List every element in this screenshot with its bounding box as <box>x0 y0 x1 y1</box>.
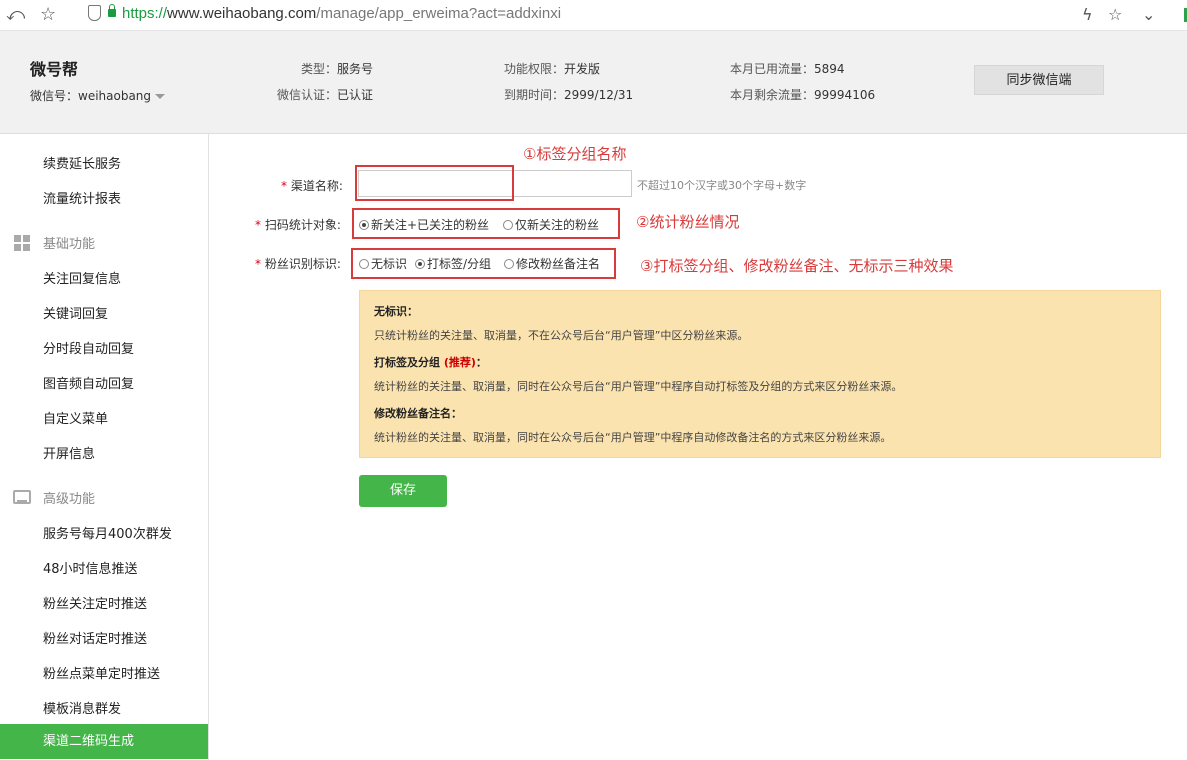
sidebar-item-48h-push[interactable]: 48小时信息推送 <box>43 558 138 577</box>
grid-icon <box>14 235 30 251</box>
save-button[interactable]: 保存 <box>359 475 447 507</box>
sidebar-item-follow-reply[interactable]: 关注回复信息 <box>43 268 121 287</box>
tip-heading-none: 无标识： <box>374 305 418 318</box>
expire-date: 到期时间：2999/12/31 <box>504 88 634 102</box>
account-type: 类型：服务号 <box>301 62 374 76</box>
remaining-traffic: 本月剩余流量：99994106 <box>730 88 876 102</box>
inbox-icon <box>13 490 31 504</box>
star-icon[interactable]: ☆ <box>40 4 56 25</box>
fan-mark-label: * 粉丝识别标识: <box>255 257 341 271</box>
explanation-panel: 无标识： 只统计粉丝的关注量、取消量，不在公众号后台“用户管理”中区分粉丝来源。… <box>359 290 1161 458</box>
sidebar-group-advanced: 高级功能 <box>43 492 96 507</box>
sidebar-item-media-reply[interactable]: 图音频自动回复 <box>43 373 134 392</box>
annotation-label-3: ③打标签分组、修改粉丝备注、无标示三种效果 <box>640 257 954 275</box>
tip-text-remark: 统计粉丝的关注量、取消量，同时在公众号后台“用户管理”中程序自动修改备注名的方式… <box>374 431 892 444</box>
used-traffic: 本月已用流量：5894 <box>730 62 845 76</box>
account-header: 微号帮 微信号：weihaobang 类型：服务号 微信认证：已认证 功能权限：… <box>0 31 1187 134</box>
shield-icon[interactable] <box>88 5 101 21</box>
flash-icon[interactable]: ϟ <box>1082 5 1093 24</box>
browser-toolbar: ⤺ ☆ https://www.weihaobang.com/manage/ap… <box>0 0 1187 31</box>
sidebar: 续费延长服务 流量统计报表 基础功能 关注回复信息 关键词回复 分时段自动回复 … <box>0 134 209 760</box>
tip-heading-remark: 修改粉丝备注名： <box>374 407 462 420</box>
sidebar-item-splash[interactable]: 开屏信息 <box>43 443 95 462</box>
annotation-box-2 <box>352 208 620 239</box>
tip-heading-tag: 打标签及分组 (推荐)： <box>374 356 487 369</box>
chevron-down-icon[interactable]: ⌄ <box>1142 5 1155 24</box>
annotation-label-2: ②统计粉丝情况 <box>636 213 740 231</box>
brand-title: 微号帮 <box>30 60 79 79</box>
sync-wechat-button[interactable]: 同步微信端 <box>974 65 1104 95</box>
permission-level: 功能权限：开发版 <box>504 62 601 76</box>
tip-text-none: 只统计粉丝的关注量、取消量，不在公众号后台“用户管理”中区分粉丝来源。 <box>374 329 749 342</box>
address-bar[interactable]: https://www.weihaobang.com/manage/app_er… <box>122 5 561 22</box>
sidebar-item-channel-qrcode[interactable]: 渠道二维码生成 <box>0 724 208 759</box>
annotation-box-1 <box>355 165 514 201</box>
sidebar-item-follow-push[interactable]: 粉丝关注定时推送 <box>43 593 147 612</box>
sidebar-item-template-msg[interactable]: 模板消息群发 <box>43 698 121 717</box>
wechat-auth: 微信认证：已认证 <box>277 88 374 102</box>
annotation-box-3 <box>351 248 616 279</box>
channel-name-hint: 不超过10个汉字或30个字母+数字 <box>637 179 807 192</box>
sidebar-item-menu-push[interactable]: 粉丝点菜单定时推送 <box>43 663 160 682</box>
scan-target-label: * 扫码统计对象: <box>255 218 341 232</box>
channel-name-label: * 渠道名称: <box>281 179 343 193</box>
sidebar-item-chat-push[interactable]: 粉丝对话定时推送 <box>43 628 147 647</box>
caret-down-icon <box>155 94 166 99</box>
recommended-badge: (推荐) <box>443 356 476 369</box>
sidebar-item-custom-menu[interactable]: 自定义菜单 <box>43 408 108 427</box>
sidebar-item-mass-send[interactable]: 服务号每月400次群发 <box>43 523 172 542</box>
annotation-label-1: ①标签分组名称 <box>523 145 627 163</box>
bookmark-star-icon[interactable]: ☆ <box>1108 5 1122 24</box>
account-selector[interactable]: 微信号：weihaobang <box>30 87 166 104</box>
sidebar-item-traffic-report[interactable]: 流量统计报表 <box>43 188 121 207</box>
sidebar-group-basic: 基础功能 <box>43 237 96 252</box>
sidebar-item-renew[interactable]: 续费延长服务 <box>43 153 121 172</box>
back-icon[interactable]: ⤺ <box>6 4 25 25</box>
lock-icon <box>108 4 116 17</box>
sidebar-item-keyword-reply[interactable]: 关键词回复 <box>43 303 108 322</box>
sidebar-item-timed-reply[interactable]: 分时段自动回复 <box>43 338 134 357</box>
tip-text-tag: 统计粉丝的关注量、取消量，同时在公众号后台“用户管理”中程序自动打标签及分组的方… <box>374 380 903 393</box>
